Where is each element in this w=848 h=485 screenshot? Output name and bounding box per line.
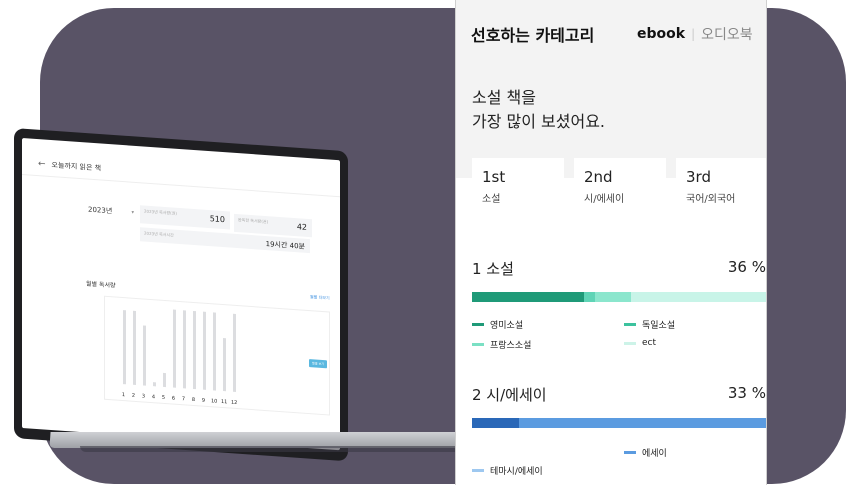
legend-swatch	[624, 451, 636, 454]
legend-label: 영미소설	[490, 321, 524, 331]
category-section-2: 2 시/에세이 33 %	[472, 384, 766, 405]
section-title: 1 소설	[472, 260, 514, 278]
rank-category: 시/에세이	[584, 194, 625, 205]
stack-segment	[472, 292, 584, 302]
legend-label: ect	[642, 338, 657, 348]
month-bar	[183, 310, 186, 389]
headline-line2: 가장 많이 보셨어요.	[472, 112, 606, 131]
month-bar	[203, 311, 206, 390]
stack-segment	[519, 418, 766, 428]
stat-books: 2023년 독서량(권) 510	[140, 205, 230, 230]
stat-time-value: 19시간 40분	[265, 240, 305, 251]
legend-swatch	[624, 323, 636, 326]
month-label: 12	[231, 399, 238, 407]
headline-line1: 소설 책을	[472, 88, 536, 107]
section-percent: 33 %	[727, 384, 766, 402]
panel-title: 선호하는 카테고리	[471, 26, 595, 45]
legend-swatch	[472, 469, 484, 472]
section-title-row: 1 소설 36 %	[472, 258, 766, 279]
monthly-tooltip[interactable]: 월별 보기	[309, 359, 327, 369]
legend-item: 에세이	[624, 446, 667, 459]
stat-books-label: 2023년 독서량(권)	[144, 208, 177, 216]
legend-swatch	[472, 323, 484, 326]
stat-books-value: 510	[209, 214, 225, 225]
month-label: 11	[221, 398, 228, 406]
legend-item: 독일소설	[624, 318, 675, 331]
legend-swatch	[624, 341, 636, 345]
tab-audiobook[interactable]: 오디오북	[701, 24, 753, 44]
year-select[interactable]: 2023년 ▾	[84, 201, 138, 221]
rank-cards: 1st 소설 2nd 시/에세이 3rd 국어/외국어	[472, 158, 766, 216]
month-bar	[133, 310, 136, 385]
month-bar	[173, 309, 176, 388]
section-title-row: 2 시/에세이 33 %	[472, 384, 766, 405]
monthly-bars	[123, 304, 236, 392]
month-bar	[193, 310, 196, 390]
month-label: 3	[141, 393, 146, 400]
year-select-value: 2023년	[88, 205, 113, 216]
legend-item: 영미소설	[472, 318, 523, 331]
stack-segment	[595, 292, 631, 302]
month-label: 10	[211, 398, 218, 405]
section-2-stack-bar	[472, 418, 766, 428]
rank-ordinal: 2nd	[584, 168, 613, 186]
monthly-more-link[interactable]: 월별 더보기	[310, 294, 330, 301]
legend-item: ect	[624, 338, 656, 348]
screen-title: 오늘까지 읽은 책	[51, 161, 102, 173]
rank-ordinal: 3rd	[686, 168, 711, 186]
back-arrow-icon[interactable]: ←	[38, 159, 46, 170]
legend-item: 프랑스소설	[472, 338, 531, 351]
panel-tabs: ebook | 오디오북	[637, 24, 753, 44]
month-bar	[123, 310, 126, 385]
stat-target-label: 완독한 독서량(권)	[238, 217, 269, 225]
category-panel: 선호하는 카테고리 ebook | 오디오북 소설 책을 가장 많이 보셨어요.…	[455, 0, 767, 485]
headline: 소설 책을 가장 많이 보셨어요.	[472, 86, 605, 134]
stage: ← 오늘까지 읽은 책 2023년 ▾ 2023년 독서량(권) 510 완독한…	[0, 0, 848, 485]
month-bar	[143, 325, 146, 386]
legend-label: 테마시/에세이	[490, 467, 543, 477]
month-bar	[223, 338, 226, 392]
rank-ordinal: 1st	[482, 168, 506, 186]
month-label: 8	[191, 396, 196, 404]
month-label: 1	[121, 391, 126, 399]
laptop-screen: ← 오늘까지 읽은 책 2023년 ▾ 2023년 독서량(권) 510 완독한…	[22, 138, 340, 451]
stat-time-label: 2023년 독서시간	[144, 230, 174, 238]
month-bar	[163, 372, 166, 388]
month-bar	[213, 312, 216, 391]
rank-category: 소설	[482, 194, 501, 205]
rank-card-1: 1st 소설	[472, 158, 564, 216]
monthly-title: 월별 독서량	[86, 280, 116, 290]
legend-label: 독일소설	[642, 321, 676, 331]
stack-segment	[630, 292, 766, 302]
rank-category: 국어/외국어	[686, 194, 736, 205]
month-label: 2	[131, 392, 136, 399]
stack-segment	[472, 418, 520, 428]
month-label: 9	[201, 397, 206, 404]
section-title: 2 시/에세이	[472, 386, 547, 404]
legend-item: 테마시/에세이	[472, 464, 543, 477]
tab-ebook[interactable]: ebook	[637, 26, 685, 42]
category-section-1: 1 소설 36 %	[472, 258, 766, 279]
section-1-stack-bar	[472, 292, 766, 302]
month-label: 5	[161, 394, 166, 402]
month-bar	[153, 382, 156, 387]
section-percent: 36 %	[727, 258, 766, 276]
stat-target-value: 42	[296, 222, 307, 232]
legend-swatch	[472, 343, 484, 346]
month-label: 4	[151, 394, 156, 401]
month-label: 7	[181, 396, 186, 403]
month-bar	[233, 313, 236, 392]
legend-label: 에세이	[642, 449, 667, 459]
legend-label: 프랑스소설	[490, 341, 532, 351]
month-labels: 1 2 3 4 5 6 7 8 9 10 11 12	[121, 391, 238, 407]
chevron-down-icon: ▾	[131, 209, 134, 216]
panel-top: 선호하는 카테고리 ebook | 오디오북 소설 책을 가장 많이 보셨어요.…	[456, 0, 766, 216]
rank-card-3: 3rd 국어/외국어	[676, 158, 766, 216]
rank-card-2: 2nd 시/에세이	[574, 158, 666, 216]
tab-divider: |	[691, 27, 696, 41]
month-label: 6	[171, 395, 176, 402]
monthly-chart: 1 2 3 4 5 6 7 8 9 10 11 12 월별 보기	[104, 295, 330, 416]
stack-segment	[583, 292, 596, 302]
